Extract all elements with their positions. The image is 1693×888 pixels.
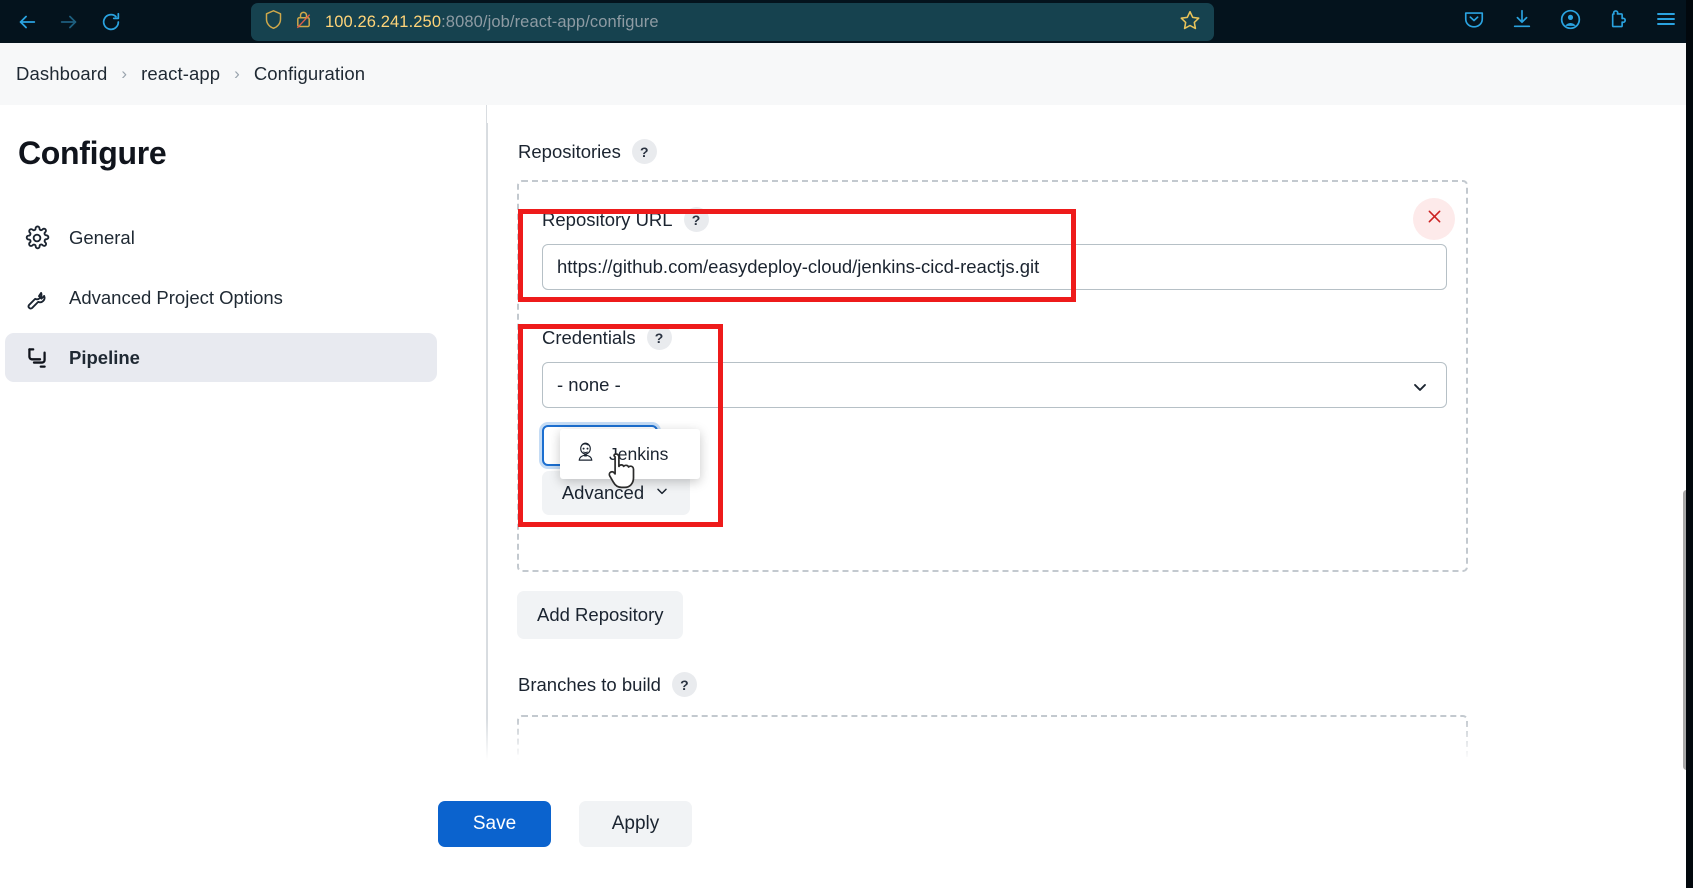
account-button[interactable]: [1553, 5, 1587, 39]
sidebar-item-advanced-project-options[interactable]: Advanced Project Options: [5, 273, 437, 322]
browser-nav-buttons: [0, 4, 130, 40]
footer-fade: [0, 718, 1693, 760]
repository-url-label-text: Repository URL: [542, 208, 673, 230]
sidebar-item-pipeline[interactable]: Pipeline: [5, 333, 437, 382]
gear-icon: [23, 225, 51, 251]
arrow-left-icon: [16, 11, 38, 33]
help-icon[interactable]: ?: [671, 672, 697, 697]
shield-icon[interactable]: [263, 9, 284, 35]
extensions-button[interactable]: [1601, 5, 1635, 39]
reload-icon: [100, 11, 122, 33]
sidebar-item-general[interactable]: General: [5, 213, 437, 262]
repositories-label: Repositories ?: [518, 139, 657, 164]
jenkins-icon: [574, 440, 597, 468]
repositories-label-text: Repositories: [518, 140, 621, 162]
url-host: 100.26.241.250: [325, 12, 442, 31]
browser-toolbar-right: [1457, 0, 1683, 43]
reload-button[interactable]: [92, 4, 130, 40]
save-button[interactable]: Save: [438, 801, 551, 847]
hamburger-menu-icon: [1654, 7, 1678, 36]
repository-url-input[interactable]: https://github.com/easydeploy-cloud/jenk…: [542, 244, 1447, 290]
help-icon[interactable]: ?: [646, 325, 672, 350]
download-icon: [1511, 8, 1533, 35]
sidebar-nav: General Advanced Project Options Pipelin…: [5, 213, 437, 393]
sidebar-item-label: General: [69, 226, 135, 248]
repository-url-label: Repository URL ?: [542, 207, 1447, 232]
lock-crossed-icon[interactable]: [294, 9, 313, 35]
star-icon: [1179, 9, 1201, 36]
breadcrumb-item-react-app[interactable]: react-app: [127, 63, 234, 85]
back-button[interactable]: [8, 4, 46, 40]
url-path: :8080/job/react-app/configure: [441, 12, 659, 31]
chevron-down-icon: [654, 482, 670, 504]
app-menu-button[interactable]: [1649, 5, 1683, 39]
branches-to-build-label-text: Branches to build: [518, 673, 661, 695]
downloads-button[interactable]: [1505, 5, 1539, 39]
puzzle-icon: [1607, 8, 1629, 35]
form-footer: Save Apply: [0, 760, 1693, 888]
browser-chrome: 100.26.241.250:8080/job/react-app/config…: [0, 0, 1693, 43]
pipeline-icon: [23, 345, 51, 371]
breadcrumb: Dashboard › react-app › Configuration: [0, 43, 1693, 105]
account-icon: [1559, 8, 1582, 36]
repository-block: Repository URL ? https://github.com/easy…: [517, 180, 1468, 572]
mouse-cursor: [606, 452, 640, 499]
address-bar[interactable]: 100.26.241.250:8080/job/react-app/config…: [251, 3, 1214, 41]
wrench-icon: [23, 285, 51, 311]
address-bar-icons: [263, 9, 313, 35]
pocket-button[interactable]: [1457, 5, 1491, 39]
help-icon[interactable]: ?: [631, 139, 657, 164]
credentials-label: Credentials ?: [542, 325, 1447, 350]
page-title: Configure: [18, 135, 167, 171]
arrow-right-icon: [58, 11, 80, 33]
apply-button[interactable]: Apply: [579, 801, 692, 847]
branches-to-build-label: Branches to build ?: [518, 672, 697, 697]
url-text[interactable]: 100.26.241.250:8080/job/react-app/config…: [325, 13, 1176, 32]
chevron-down-icon: [1410, 377, 1430, 402]
sidebar-item-label: Pipeline: [69, 346, 140, 368]
breadcrumb-item-configuration[interactable]: Configuration: [240, 63, 379, 85]
credentials-selected-value: - none -: [557, 374, 621, 395]
credentials-label-text: Credentials: [542, 326, 636, 348]
forward-button[interactable]: [50, 4, 88, 40]
bookmark-button[interactable]: [1176, 8, 1204, 36]
pocket-icon: [1463, 8, 1485, 35]
help-icon[interactable]: ?: [683, 207, 709, 232]
sidebar-item-label: Advanced Project Options: [69, 286, 283, 308]
window-edge: [1686, 0, 1693, 888]
breadcrumb-item-dashboard[interactable]: Dashboard: [2, 63, 121, 85]
repository-url-row: Repository URL ? https://github.com/easy…: [542, 207, 1447, 290]
add-repository-button[interactable]: Add Repository: [517, 591, 684, 639]
credentials-select[interactable]: - none -: [542, 362, 1447, 408]
